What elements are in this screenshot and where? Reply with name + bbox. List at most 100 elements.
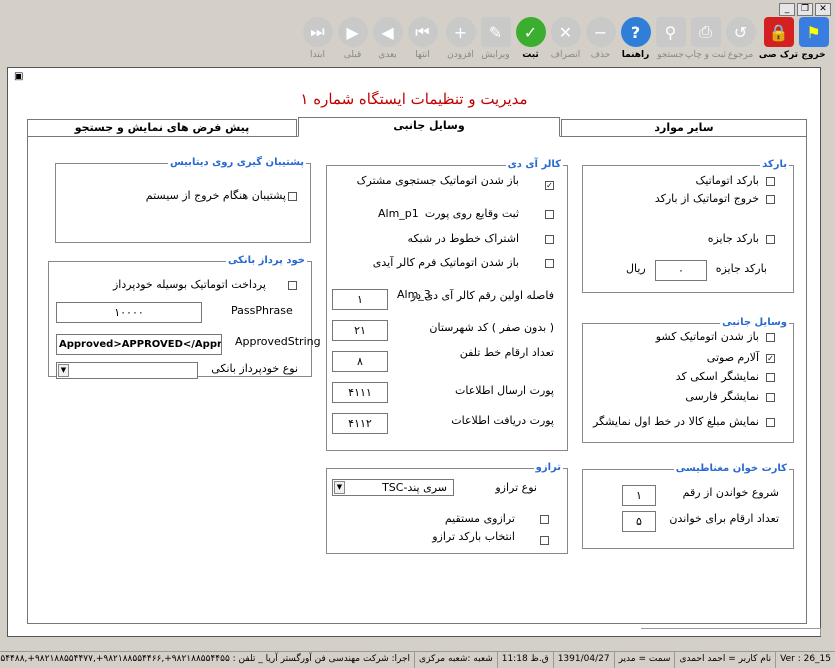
edit-icon: ✎ [480, 17, 511, 47]
lock-button[interactable]: 🔒 ترک صی [759, 12, 798, 64]
previous-icon: ▶ [337, 17, 368, 47]
scale-direct-label: ترازوی مستقیم [444, 512, 515, 525]
status-user: نام کاربر = احمد احمدی [674, 652, 775, 668]
barcode-auto-checkbox[interactable] [766, 177, 775, 186]
status-date: 1391/04/27 [552, 652, 614, 668]
price-display-checkbox[interactable] [766, 418, 775, 427]
magcard-start-label: شروع خواندن از رقم [682, 486, 779, 499]
barcode-prize-value-label: بارکد جایزه [715, 262, 767, 275]
print-icon: ⎙ [690, 17, 721, 47]
status-role: سمت = مدیر [613, 652, 675, 668]
scale-type-label: نوع ترازو [495, 481, 537, 494]
callerid-recv-port-input[interactable]: ۴۱۱۲ [332, 413, 388, 434]
bank-auto-pay-label: پرداخت اتوماتیک بوسیله خودپرداز [112, 278, 266, 291]
main-toolbar: ⚑ خروج 🔒 ترک صی ↺ مرجوع ⎙ ثبت و چاپ ⚲ جس… [0, 12, 835, 64]
return-icon: ↺ [725, 17, 756, 47]
first-button[interactable]: ⏭ ابتدا [300, 12, 335, 64]
scale-barcode-label: انتخاب بارکد ترازو [432, 530, 515, 543]
cancel-icon: ✕ [550, 17, 581, 47]
search-icon: ⚲ [655, 17, 686, 47]
print-button[interactable]: ⎙ ثبت و چاپ [685, 12, 726, 64]
callerid-port-name: Alm_p1 [378, 207, 419, 220]
drawer-auto-label: باز شدن اتوماتیک کشو [655, 330, 759, 343]
search-button[interactable]: ⚲ جستجو [653, 12, 688, 64]
backup-exit-label: پشتیبان هنگام خروج از سیستم [145, 189, 286, 202]
previous-button[interactable]: ▶ قبلی [335, 12, 370, 64]
bank-auto-pay-checkbox[interactable] [288, 281, 297, 290]
last-icon: ⏮ [407, 17, 438, 47]
edit-button[interactable]: ✎ ویرایش [478, 12, 513, 64]
passphrase-input[interactable]: ۱۰۰۰۰ [56, 302, 202, 323]
callerid-city-code-label: ( بدون صفر ) کد شهرستان [429, 321, 554, 334]
tab-peripherals[interactable]: وسایل جانبی [298, 117, 560, 137]
status-branch: شعبه :شعبه مرکزی [414, 652, 497, 668]
cancel-button[interactable]: ✕ انصراف [548, 12, 583, 64]
callerid-share-checkbox[interactable] [545, 235, 554, 244]
sound-alarm-label: آلارم صوتی [706, 351, 759, 364]
bank-type-label: نوع خودپرداز بانکی [211, 362, 298, 375]
passphrase-label: PassPhrase [231, 304, 293, 317]
magcard-count-input[interactable]: ۵ [622, 511, 656, 532]
callerid-digits-label: تعداد ارقام خط تلفن [459, 346, 554, 359]
status-bar: Ver : 26_15 نام کاربر = احمد احمدی سمت =… [0, 651, 835, 668]
callerid-send-port-label: پورت ارسال اطلاعات [455, 384, 554, 397]
exit-icon: ⚑ [798, 17, 829, 47]
ascii-display-label: نمایشگر اسکی کد [675, 370, 759, 383]
magcard-start-input[interactable]: ۱ [622, 485, 656, 506]
status-version: Ver : 26_15 [775, 652, 835, 668]
callerid-auto-search-checkbox[interactable]: ✓ [545, 181, 554, 190]
save-button[interactable]: ✓ ثبت [513, 12, 548, 64]
callerid-recv-port-label: پورت دریافت اطلاعات [451, 414, 554, 427]
resize-grip[interactable] [641, 628, 821, 636]
exit-button[interactable]: ⚑ خروج [796, 12, 831, 64]
scale-direct-checkbox[interactable] [540, 515, 549, 524]
lock-icon: 🔒 [763, 17, 794, 47]
status-company: اجرا: شرکت مهندسی فن آورگستر آریا _ تلفن… [0, 654, 411, 664]
chevron-down-icon: ▼ [334, 481, 345, 494]
barcode-auto-exit-checkbox[interactable] [766, 195, 775, 204]
callerid-digits-input[interactable]: ۸ [332, 351, 388, 372]
barcode-prize-label: بارکد جایزه [707, 232, 759, 245]
barcode-group: بارکد بارکد اتوماتیک خروج اتوماتیک از با… [582, 159, 794, 293]
magcard-count-label: تعداد ارقام برای خواندن [669, 512, 779, 525]
drawer-auto-checkbox[interactable] [766, 333, 775, 342]
approved-string-label: ApprovedString [235, 335, 321, 348]
callerid-group: کالر آی دی باز شدن اتوماتیک جستجوی مشترک… [326, 159, 568, 451]
currency-label: ریال [626, 262, 646, 275]
sound-alarm-checkbox[interactable]: ✓ [766, 354, 775, 363]
bank-type-select[interactable]: ▼ [56, 362, 198, 379]
delete-button[interactable]: − حذف [583, 12, 618, 64]
status-time: ق.ظ 11:18 [496, 652, 553, 668]
last-button[interactable]: ⏮ انتها [405, 12, 440, 64]
next-icon: ◀ [372, 17, 403, 47]
tab-bar: سایر موارد وسایل جانبی پیش فرض های نمایش… [27, 117, 807, 137]
backup-exit-checkbox[interactable] [288, 192, 297, 201]
tab-other[interactable]: سایر موارد [561, 119, 807, 136]
next-button[interactable]: ◀ بعدی [370, 12, 405, 64]
add-button[interactable]: + افزودن [443, 12, 478, 64]
barcode-auto-label: بارکد اتوماتیک [695, 174, 759, 187]
tab-display-defaults[interactable]: پیش فرض های نمایش و جستجو [27, 119, 297, 136]
barcode-prize-input[interactable]: ۰ [655, 260, 707, 281]
callerid-first-digit-input[interactable]: ۱ [332, 289, 388, 310]
backup-group: پشتیبان گیری روی دیتابیس پشتیبان هنگام خ… [55, 157, 311, 243]
callerid-auto-form-checkbox[interactable] [545, 259, 554, 268]
barcode-prize-checkbox[interactable] [766, 235, 775, 244]
scale-type-select[interactable]: ▼ سری پند-TSC [332, 479, 454, 496]
settings-form: ▣ مدیریت و تنظیمات ایستگاه شماره ۱ سایر … [7, 67, 821, 637]
check-icon: ✓ [515, 17, 546, 47]
scale-barcode-checkbox[interactable] [540, 536, 549, 545]
ascii-display-checkbox[interactable] [766, 373, 775, 382]
return-button[interactable]: ↺ مرجوع [723, 12, 758, 64]
callerid-send-port-input[interactable]: ۴۱۱۱ [332, 382, 388, 403]
approved-string-input[interactable]: Approved>APPROVED</Approved> [56, 334, 222, 355]
first-icon: ⏭ [302, 17, 333, 47]
magcard-group: کارت خوان مغناطیسی شروع خواندن از رقم ۱ … [582, 463, 794, 549]
help-button[interactable]: ? راهنما [618, 12, 653, 64]
callerid-log-checkbox[interactable] [545, 210, 554, 219]
callerid-share-label: اشتراک خطوط در شبکه [407, 232, 519, 245]
callerid-city-code-input[interactable]: ۲۱ [332, 320, 388, 341]
peripherals-group: وسایل جانبی باز شدن اتوماتیک کشو آلارم ص… [582, 317, 794, 443]
persian-display-checkbox[interactable] [766, 393, 775, 402]
help-icon: ? [620, 17, 651, 47]
